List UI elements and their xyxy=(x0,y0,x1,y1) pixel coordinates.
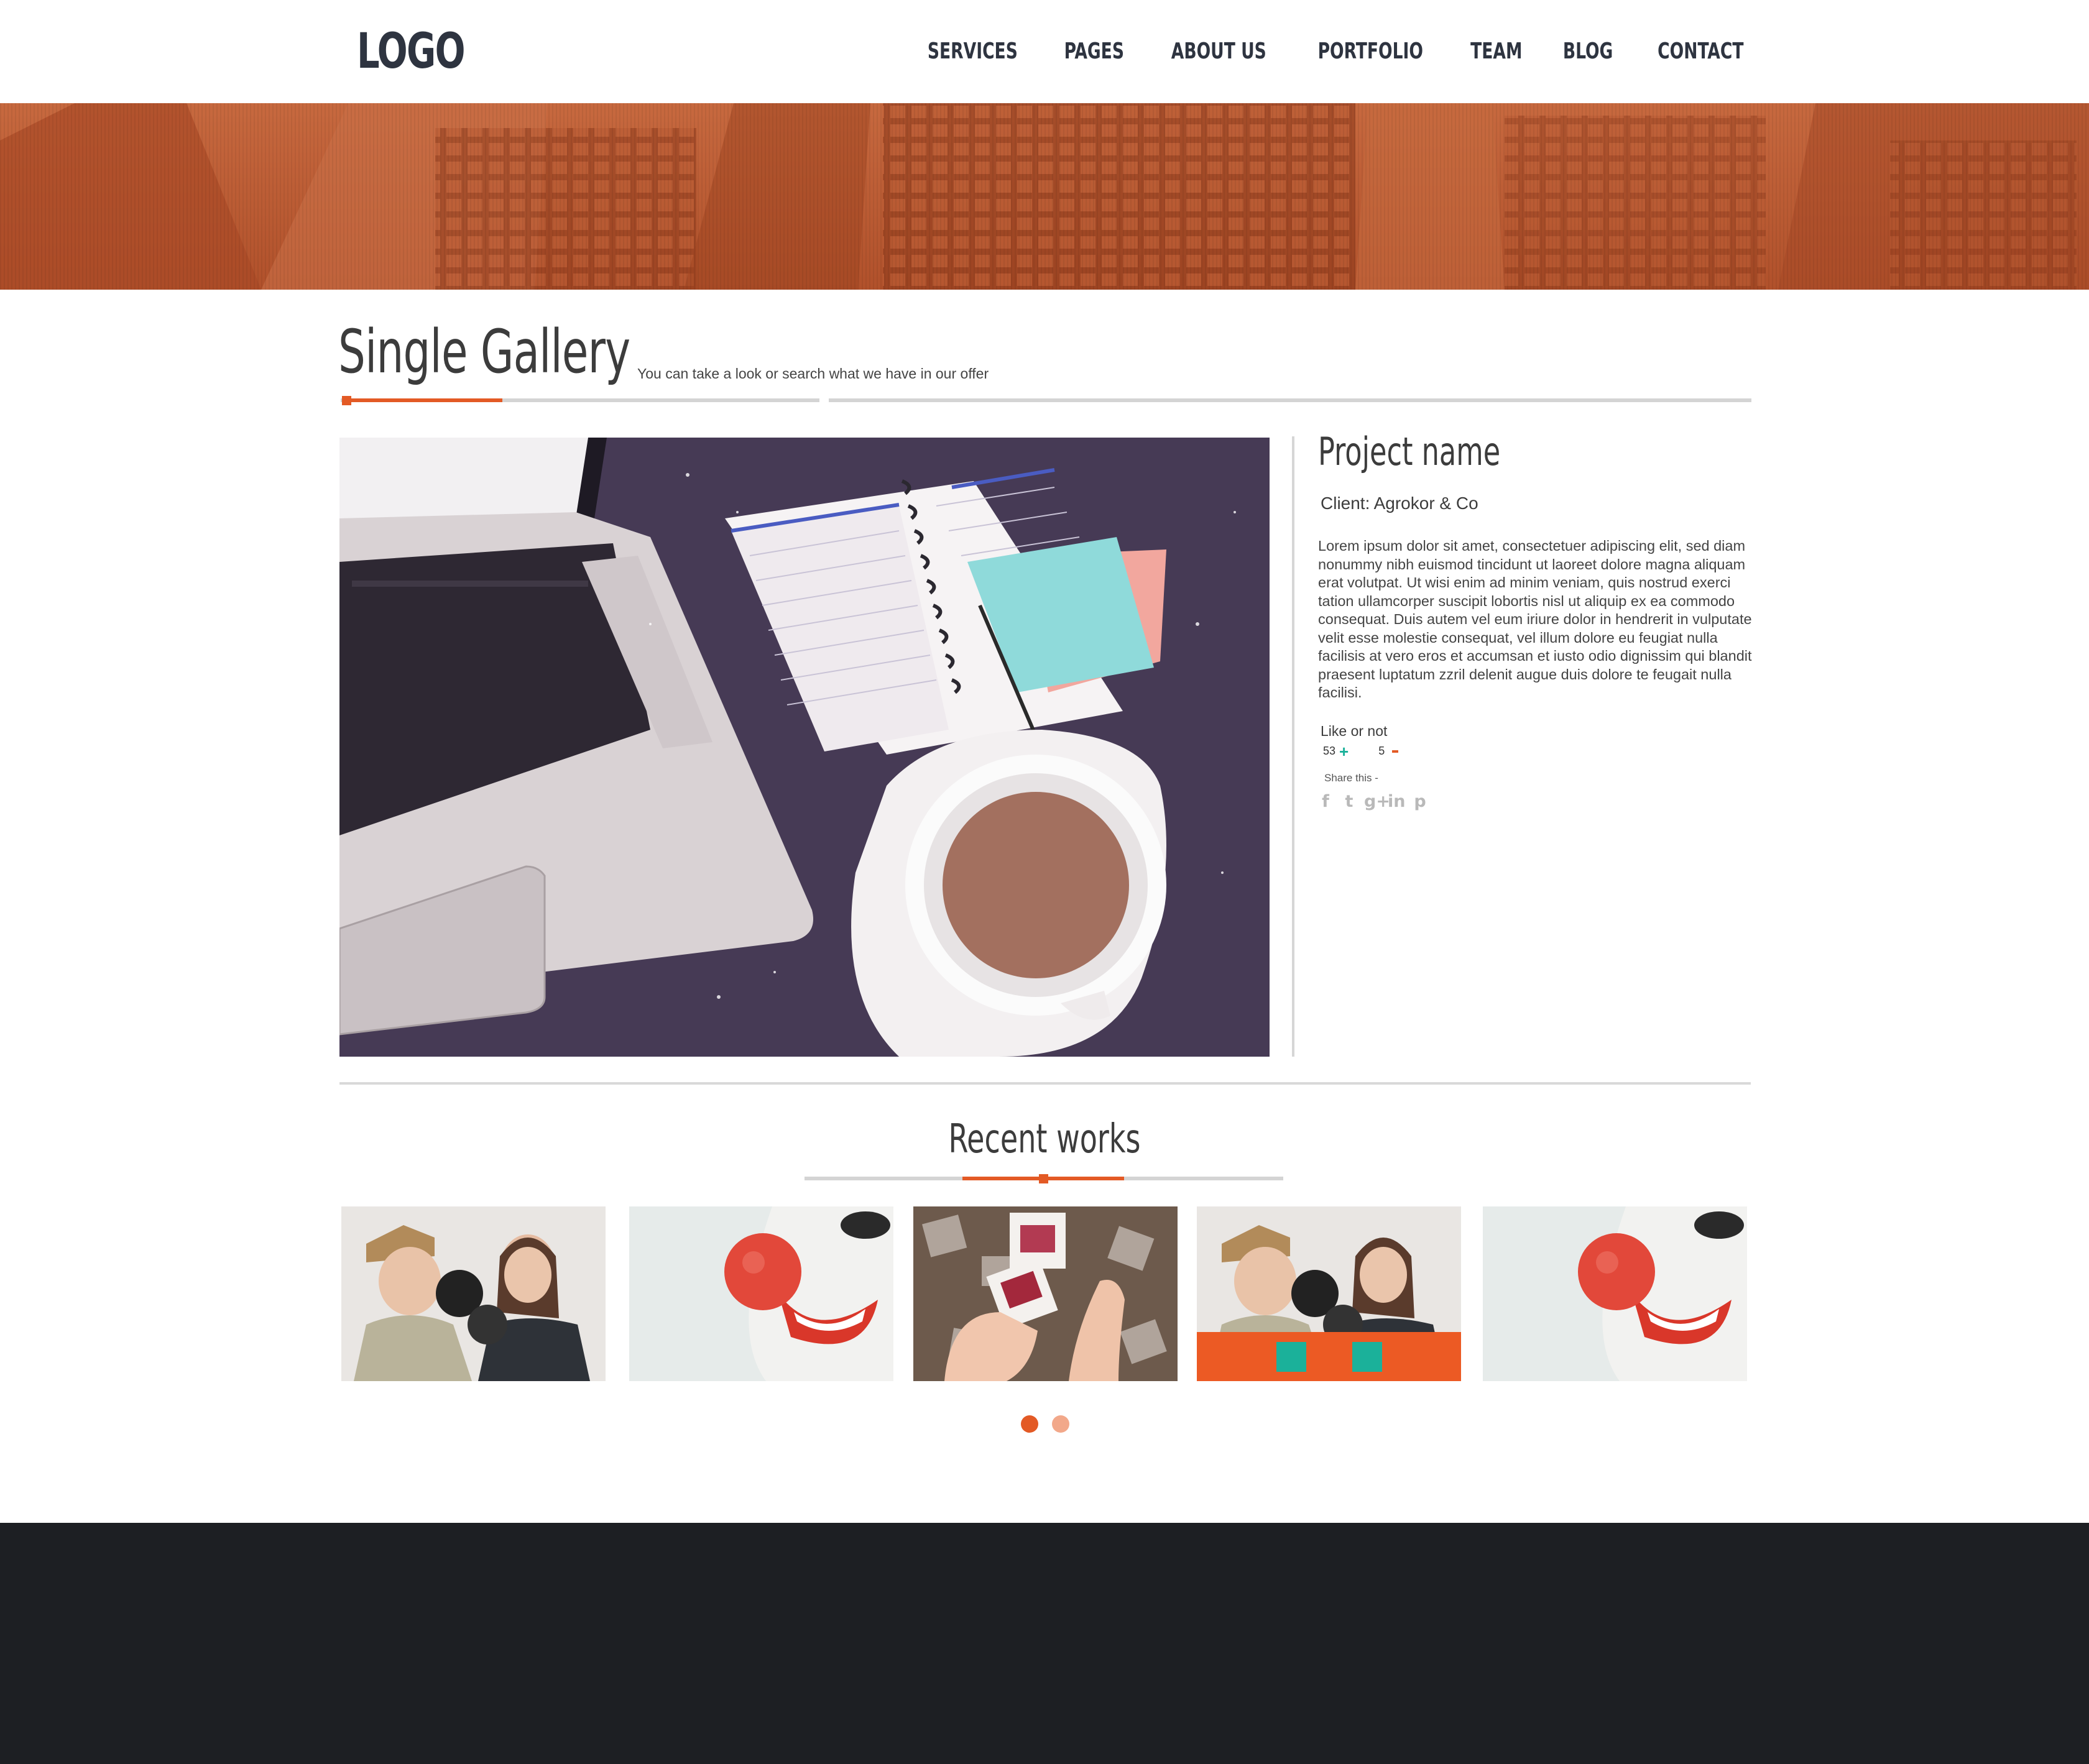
social-share-bar: f t g+ in p xyxy=(1317,792,1429,811)
pagination-dot-2[interactable] xyxy=(1052,1415,1069,1433)
site-logo[interactable]: LOGO xyxy=(357,24,466,80)
laptop-coffee-notebook-image xyxy=(339,438,1270,1057)
like-label: Like or not xyxy=(1321,723,1388,739)
site-header: LOGO SERVICES PAGES ABOUT US PORTFOLIO T… xyxy=(0,0,2089,103)
pagination-dot-1[interactable] xyxy=(1021,1415,1038,1433)
linkedin-icon[interactable]: in xyxy=(1388,792,1405,811)
gallery-main-image[interactable] xyxy=(339,438,1270,1057)
nav-contact[interactable]: CONTACT xyxy=(1658,39,1744,64)
like-counter: 53 + 5 xyxy=(1323,743,1399,760)
dislike-count: 5 xyxy=(1378,745,1385,757)
nav-pages[interactable]: PAGES xyxy=(1064,39,1124,64)
nav-team[interactable]: TEAM xyxy=(1470,39,1522,64)
project-name: Project name xyxy=(1318,429,1501,474)
nav-portfolio[interactable]: PORTFOLIO xyxy=(1318,39,1423,64)
share-label: Share this - xyxy=(1324,772,1378,784)
clown-nose-image xyxy=(1483,1206,1747,1381)
hero-banner xyxy=(0,103,2089,290)
thumb-hover-overlay xyxy=(1197,1332,1461,1381)
like-count: 53 xyxy=(1323,745,1336,757)
nav-about-us[interactable]: ABOUT US xyxy=(1171,39,1266,64)
project-description: Lorem ipsum dolor sit amet, consectetuer… xyxy=(1318,538,1752,701)
link-icon[interactable] xyxy=(1352,1342,1382,1372)
recent-work-thumb-2[interactable] xyxy=(629,1206,893,1381)
title-divider-right xyxy=(829,398,1751,402)
recent-works-title: Recent works xyxy=(948,1116,1141,1162)
carousel-pagination xyxy=(1021,1415,1069,1433)
minus-icon[interactable] xyxy=(1392,750,1399,753)
section-divider xyxy=(339,1082,1751,1085)
page-subtitle: You can take a look or search what we ha… xyxy=(637,365,989,382)
plus-icon[interactable]: + xyxy=(1339,743,1349,760)
clown-nose-image xyxy=(629,1206,893,1381)
pinterest-icon[interactable]: p xyxy=(1411,792,1429,811)
twitter-icon[interactable]: t xyxy=(1340,792,1358,811)
recent-accent-dot xyxy=(1039,1174,1048,1183)
title-accent-line xyxy=(342,398,502,402)
recent-work-thumb-1[interactable] xyxy=(341,1206,606,1381)
photo-slides-image xyxy=(913,1206,1178,1381)
boxing-couple-image xyxy=(341,1206,606,1381)
nav-blog[interactable]: BLOG xyxy=(1563,39,1613,64)
page-title: Single Gallery xyxy=(338,317,630,387)
recent-work-thumb-4[interactable] xyxy=(1197,1206,1461,1381)
site-footer xyxy=(0,1523,2089,1764)
zoom-icon[interactable] xyxy=(1276,1342,1306,1372)
project-client: Client: Agrokor & Co xyxy=(1321,494,1478,513)
title-accent-dot xyxy=(342,396,351,405)
recent-work-thumb-5[interactable] xyxy=(1483,1206,1747,1381)
nav-services[interactable]: SERVICES xyxy=(928,39,1018,64)
city-buildings-image xyxy=(0,103,2089,290)
main-nav: SERVICES PAGES ABOUT US PORTFOLIO TEAM B… xyxy=(918,39,1753,64)
vertical-divider xyxy=(1292,436,1294,1057)
recent-work-thumb-3[interactable] xyxy=(913,1206,1178,1381)
google-plus-icon[interactable]: g+ xyxy=(1364,792,1390,811)
facebook-icon[interactable]: f xyxy=(1317,792,1334,811)
